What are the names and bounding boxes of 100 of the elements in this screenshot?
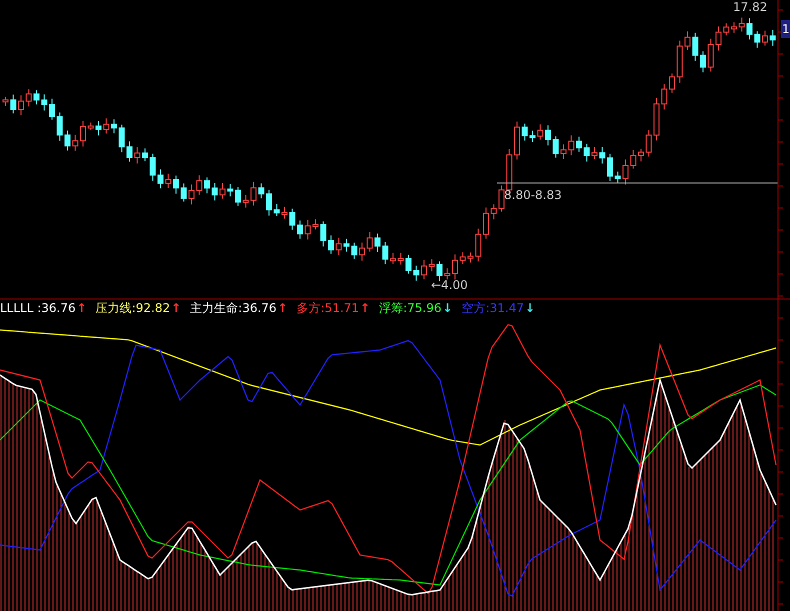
- candlestick: [630, 150, 636, 170]
- candlestick: [498, 185, 504, 212]
- candlestick: [622, 159, 628, 185]
- candlestick: [18, 94, 24, 116]
- candlestick: [552, 136, 559, 158]
- candlestick: [250, 181, 256, 206]
- candlestick: [592, 146, 598, 160]
- price-range-label: 8.80-8.83: [504, 188, 562, 202]
- candlestick: [96, 120, 102, 136]
- candlestick: [522, 123, 528, 142]
- indicator-value: 主力生命:36.76: [190, 301, 277, 316]
- candlestick: [716, 26, 722, 51]
- candlestick: [436, 260, 442, 282]
- candlestick: [126, 140, 132, 162]
- candlestick: [34, 90, 40, 105]
- candlestick: [320, 220, 326, 247]
- trend-arrow: ↓: [442, 301, 453, 316]
- trend-arrow: ↑: [171, 301, 182, 316]
- candlestick: [669, 72, 675, 94]
- candlestick: [398, 252, 404, 266]
- candlestick: [490, 204, 497, 220]
- candlestick: [282, 206, 288, 220]
- indicator-value: 浮筹:75.96: [379, 301, 442, 316]
- candlestick: [444, 268, 450, 280]
- candlestick: [530, 130, 536, 142]
- candlestick: [165, 173, 172, 189]
- candlestick: [158, 168, 164, 189]
- candlestick: [676, 40, 683, 84]
- candlestick: [599, 146, 606, 164]
- candlestick: [545, 124, 551, 146]
- candlestick: [738, 17, 745, 32]
- trend-arrow: ↑: [278, 301, 288, 316]
- candlestick: [344, 238, 350, 252]
- candlestick: [274, 203, 280, 216]
- candlestick: [359, 242, 365, 262]
- candlestick: [723, 22, 730, 36]
- candlestick: [266, 189, 272, 216]
- candlestick: [88, 122, 94, 130]
- candlestick: [150, 153, 156, 182]
- candlestick: [297, 220, 303, 240]
- trend-arrow: ↑: [76, 301, 87, 316]
- candlestick: [80, 120, 86, 147]
- candlestick: [366, 232, 373, 252]
- candlestick: [421, 260, 427, 280]
- candlestick: [700, 50, 706, 73]
- candlestick: [708, 38, 714, 72]
- candlestick: [103, 118, 110, 134]
- candlestick: [568, 134, 574, 156]
- candlestick: [2, 96, 8, 106]
- candlestick: [684, 30, 690, 50]
- indicator-value: 压力线:92.82: [96, 301, 170, 316]
- indicator-value: 多方:51.71: [296, 301, 360, 316]
- axis-price-tag: 1: [781, 20, 790, 38]
- low-price-label: ←4.00: [431, 278, 468, 292]
- candlestick: [180, 182, 187, 202]
- candlestick: [460, 252, 466, 265]
- candlestick: [118, 124, 125, 153]
- candlestick: [468, 252, 474, 263]
- candlestick: [452, 254, 458, 280]
- candlestick: [64, 130, 70, 152]
- candlestick: [428, 258, 435, 272]
- candlestick: [196, 174, 202, 196]
- candlestick: [382, 241, 388, 265]
- candlestick: [374, 233, 380, 252]
- high-price-label: 17.82: [733, 0, 768, 14]
- candlestick: [351, 242, 358, 260]
- candlestick: [212, 182, 218, 201]
- candlestick: [638, 148, 644, 162]
- candlestick: [576, 136, 582, 152]
- candlestick: [336, 237, 342, 256]
- candlestick: [413, 265, 420, 282]
- candlestick: [661, 84, 668, 110]
- candlestick: [289, 208, 296, 230]
- candlestick: [607, 153, 613, 182]
- trend-arrow: ↑: [360, 301, 370, 316]
- candlestick: [56, 112, 63, 142]
- candlestick: [258, 182, 264, 199]
- candlestick: [584, 143, 590, 162]
- candlestick: [312, 218, 318, 230]
- candlestick: [514, 121, 520, 160]
- candlestick: [72, 134, 78, 152]
- candlestick: [204, 176, 210, 194]
- candlestick: [483, 207, 489, 240]
- candlestick: [220, 182, 226, 200]
- indicator-value: 空方:31.47: [462, 301, 524, 316]
- candlestick: [41, 94, 48, 111]
- candlestick: [188, 184, 194, 205]
- candlestick: [654, 97, 660, 141]
- candlestick: [537, 124, 544, 140]
- indicator-value: LLLLL :36.76: [0, 301, 76, 316]
- candlestick: [646, 130, 652, 158]
- candlestick: [390, 252, 396, 264]
- candlestick: [111, 118, 117, 134]
- candlestick: [142, 148, 148, 162]
- candlestick: [560, 144, 566, 160]
- candlestick: [754, 30, 760, 48]
- candlestick: [731, 22, 737, 34]
- trend-arrow: ↓: [524, 301, 536, 316]
- candlestick: [173, 175, 179, 194]
- candlestick: [762, 30, 768, 46]
